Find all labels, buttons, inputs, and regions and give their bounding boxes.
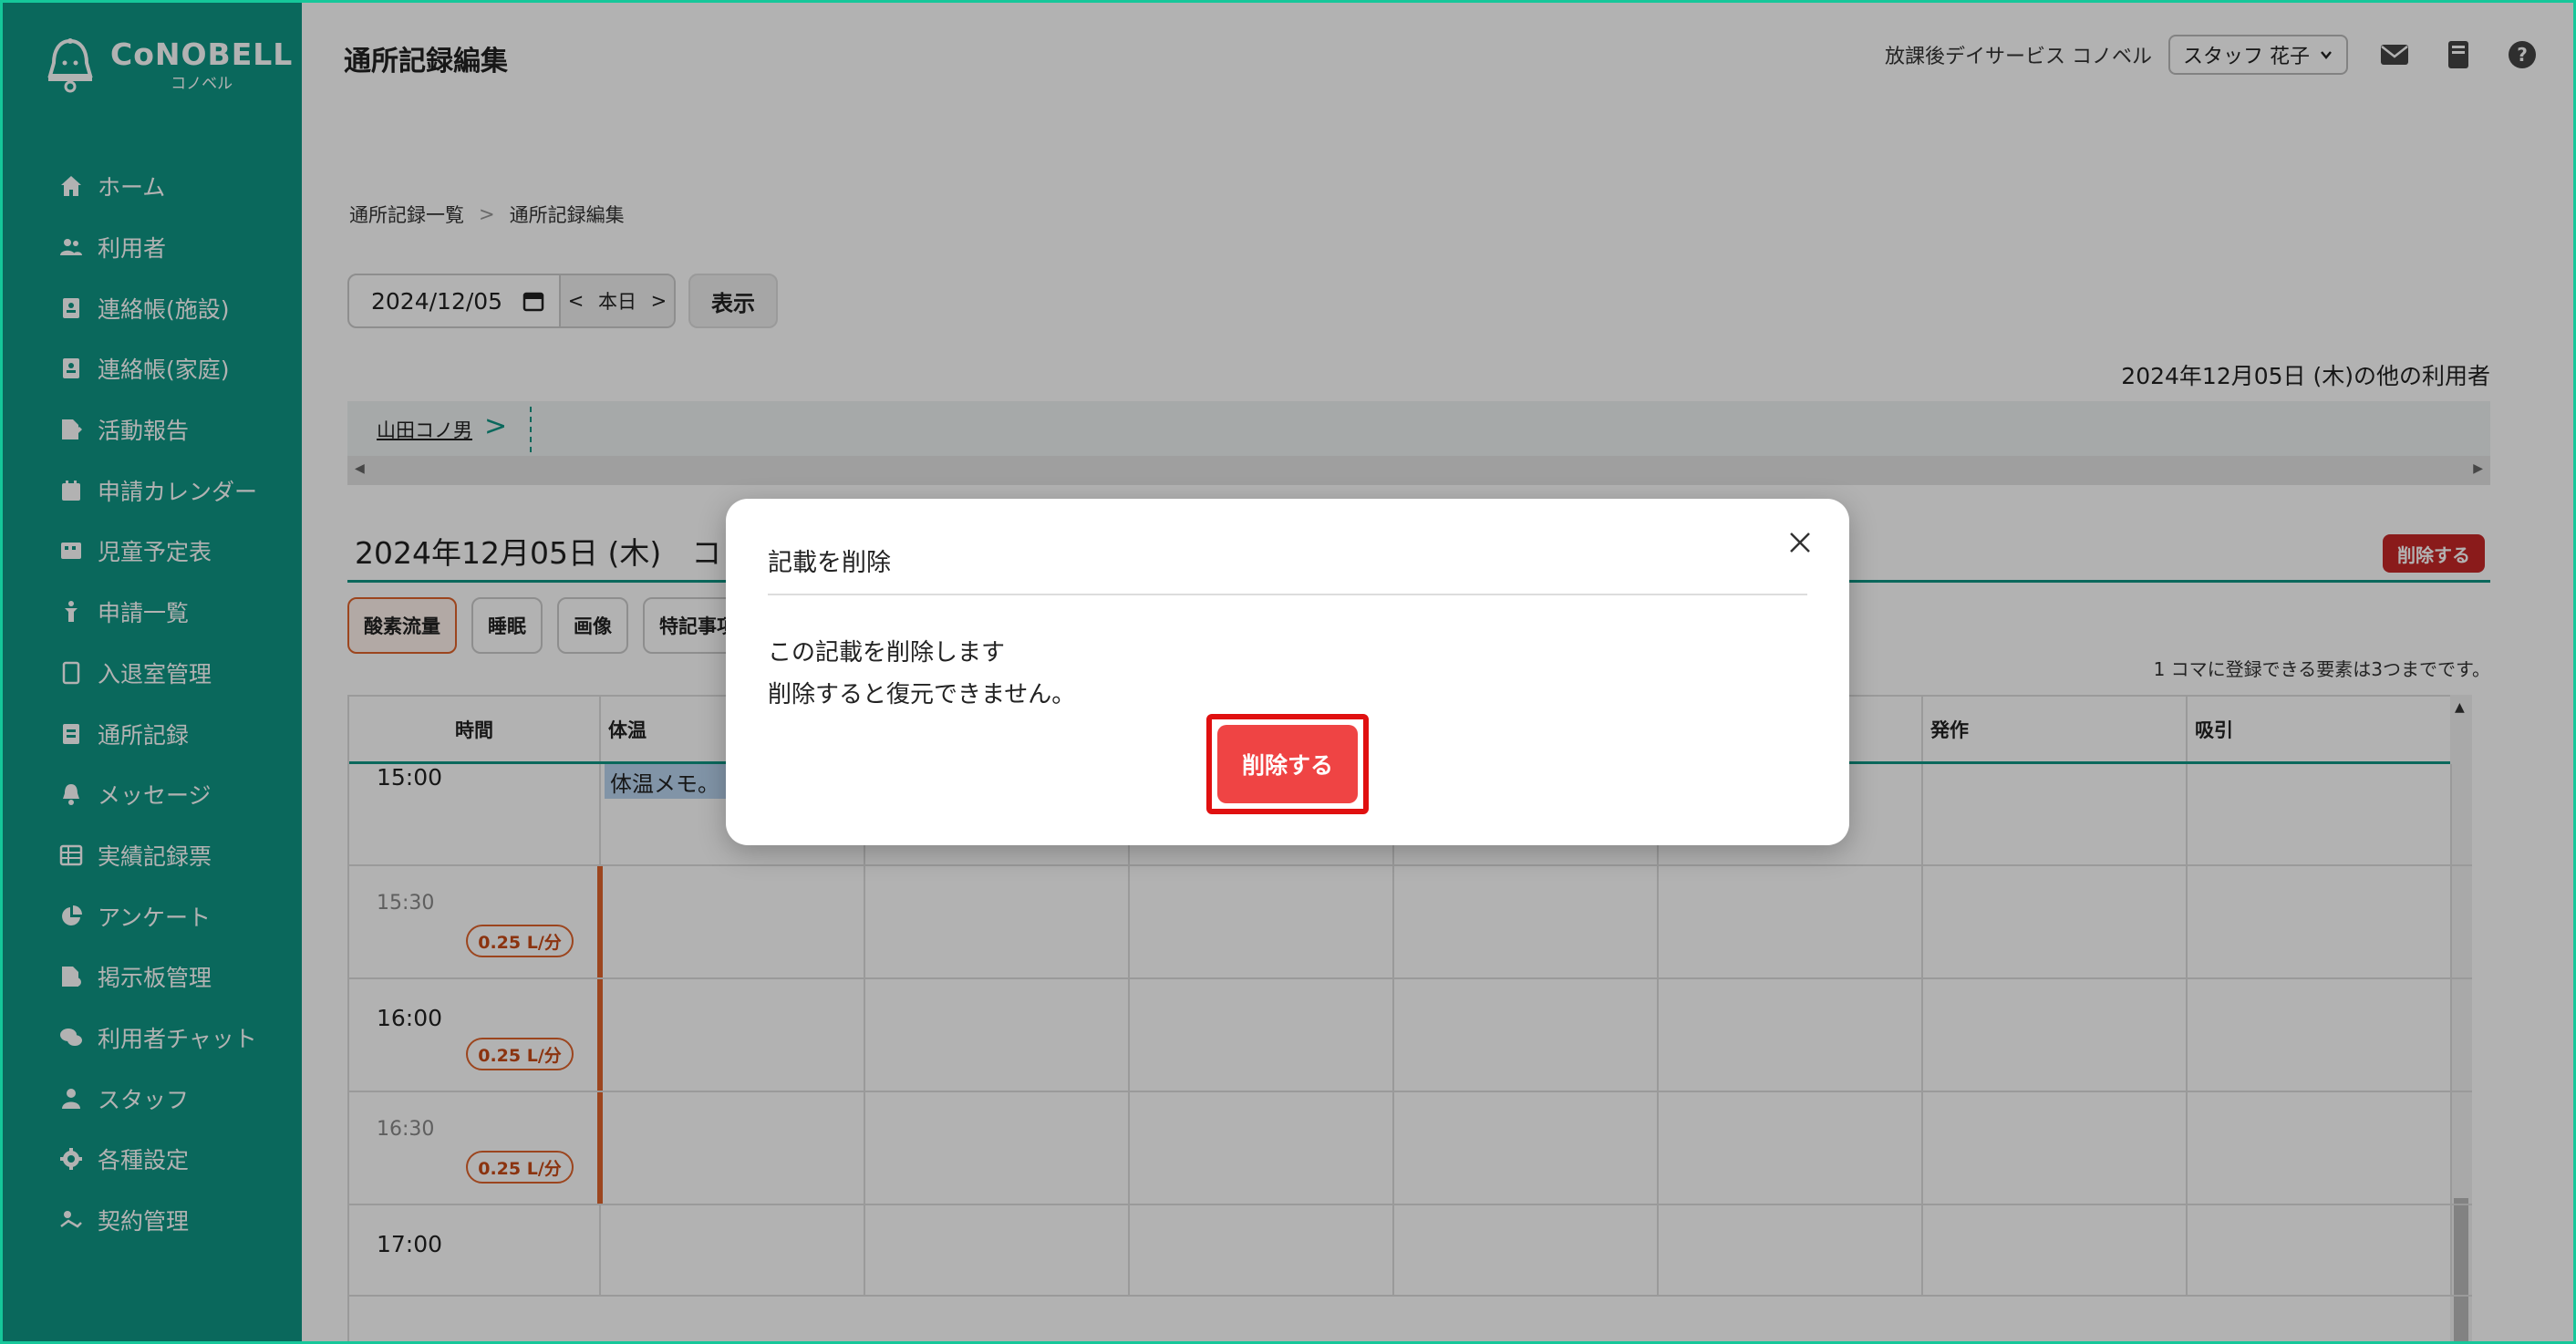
modal-title: 記載を削除 (768, 549, 891, 577)
modal-divider (768, 594, 1807, 595)
modal-message-line1: この記載を削除します (768, 639, 1006, 667)
modal-message-line2: 削除すると復元できません。 (768, 681, 1076, 708)
close-icon[interactable] (1782, 524, 1818, 561)
modal-message: この記載を削除します 削除すると復元できません。 (768, 632, 1075, 716)
delete-modal: 記載を削除 この記載を削除します 削除すると復元できません。 削除する (726, 499, 1849, 845)
confirm-delete-button[interactable]: 削除する (1217, 725, 1358, 803)
